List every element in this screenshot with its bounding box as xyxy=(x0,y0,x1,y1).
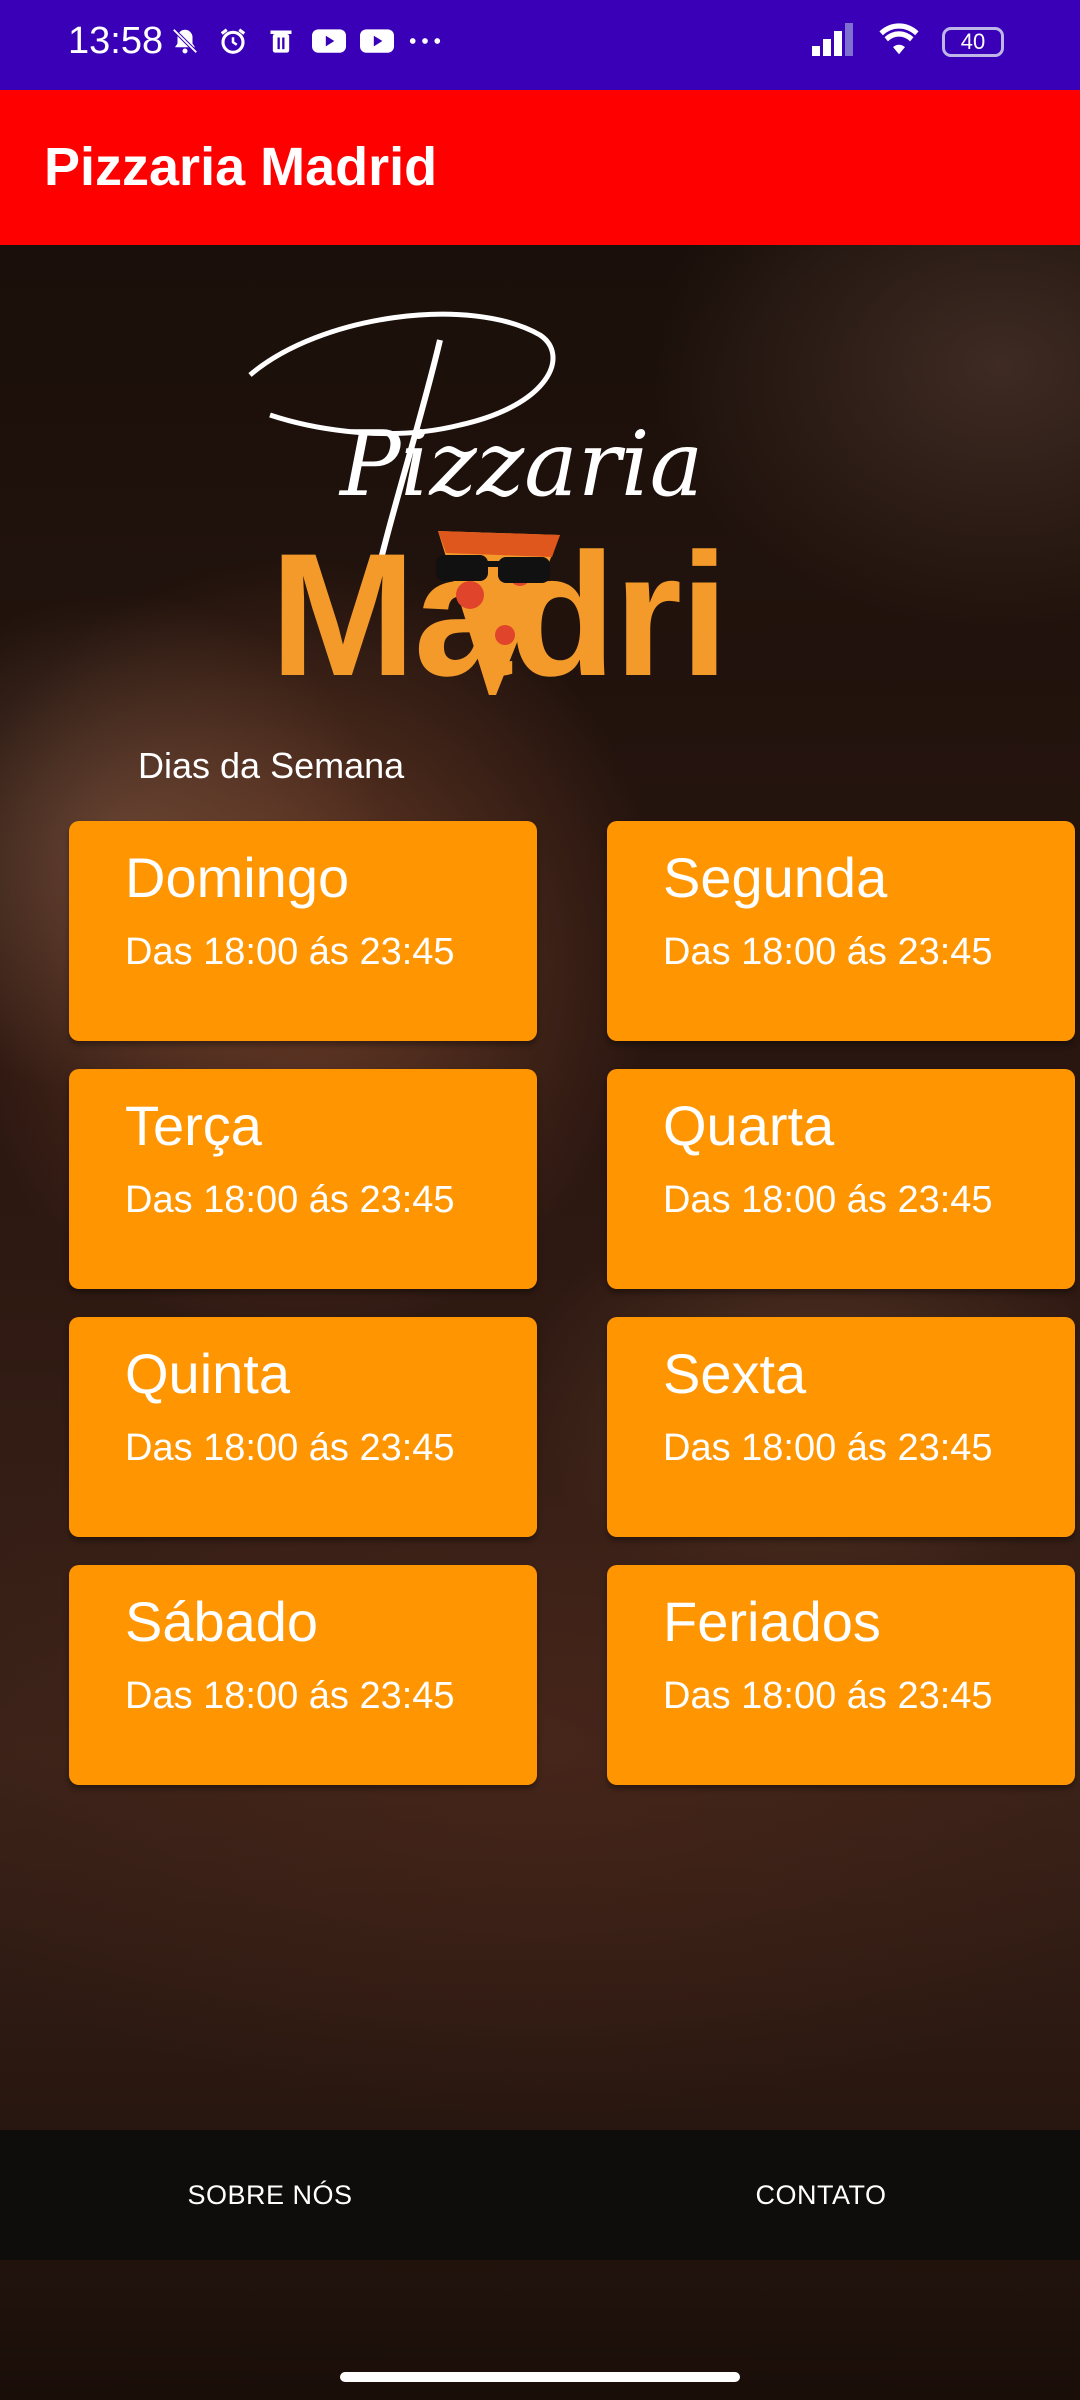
day-name: Terça xyxy=(125,1094,262,1157)
more-icon xyxy=(408,24,442,58)
bottom-nav: SOBRE NÓS CONTATO xyxy=(0,2130,1080,2260)
day-hours: Das 18:00 ás 23:45 xyxy=(663,931,993,973)
day-hours: Das 18:00 ás 23:45 xyxy=(125,931,455,973)
status-time: 13:58 xyxy=(68,20,164,62)
day-hours: Das 18:00 ás 23:45 xyxy=(125,1179,455,1221)
day-card-terca[interactable]: Terça Das 18:00 ás 23:45 xyxy=(69,1069,537,1289)
day-hours: Das 18:00 ás 23:45 xyxy=(663,1675,993,1717)
status-bar: 13:58 40 xyxy=(0,0,1080,90)
about-button[interactable]: SOBRE NÓS xyxy=(0,2130,540,2260)
day-name: Quinta xyxy=(125,1342,290,1405)
day-name: Segunda xyxy=(663,846,888,909)
day-card-segunda[interactable]: Segunda Das 18:00 ás 23:45 xyxy=(607,821,1075,1041)
battery-icon: 40 xyxy=(942,26,1004,57)
section-label: Dias da Semana xyxy=(138,745,405,786)
day-name: Quarta xyxy=(663,1094,835,1157)
day-hours: Das 18:00 ás 23:45 xyxy=(125,1427,455,1469)
notification-icons xyxy=(168,24,442,58)
day-hours: Das 18:00 ás 23:45 xyxy=(663,1179,993,1221)
day-card-domingo[interactable]: Domingo Das 18:00 ás 23:45 xyxy=(69,821,537,1041)
signal-icon xyxy=(810,22,856,61)
day-name: Sábado xyxy=(125,1590,319,1653)
app-title: Pizzaria Madrid xyxy=(44,137,438,197)
gesture-handle[interactable] xyxy=(340,2372,740,2382)
day-name: Sexta xyxy=(663,1342,807,1405)
day-name: Feriados xyxy=(663,1590,881,1653)
day-hours: Das 18:00 ás 23:45 xyxy=(663,1427,993,1469)
pizzaria-logo: Pizzaria Madri xyxy=(248,311,729,695)
bell-off-icon xyxy=(168,24,202,58)
day-hours: Das 18:00 ás 23:45 xyxy=(125,1675,455,1717)
wifi-icon xyxy=(878,22,920,61)
day-card-sabado[interactable]: Sábado Das 18:00 ás 23:45 xyxy=(69,1565,537,1785)
system-icons: 40 xyxy=(810,22,1004,61)
day-name: Domingo xyxy=(125,846,350,909)
logo-script-text: Pizzaria xyxy=(338,412,703,517)
main-content: Pizzaria Madri Dias da Semana Domingo Da… xyxy=(0,245,1080,2400)
youtube-icon xyxy=(312,24,346,58)
day-card-quinta[interactable]: Quinta Das 18:00 ás 23:45 xyxy=(69,1317,537,1537)
contact-button[interactable]: CONTATO xyxy=(540,2130,1080,2260)
youtube-icon xyxy=(360,24,394,58)
trash-icon xyxy=(264,24,298,58)
day-card-quarta[interactable]: Quarta Das 18:00 ás 23:45 xyxy=(607,1069,1075,1289)
day-card-sexta[interactable]: Sexta Das 18:00 ás 23:45 xyxy=(607,1317,1075,1537)
day-card-feriados[interactable]: Feriados Das 18:00 ás 23:45 xyxy=(607,1565,1075,1785)
alarm-icon xyxy=(216,24,250,58)
app-bar: Pizzaria Madrid xyxy=(0,90,1080,245)
